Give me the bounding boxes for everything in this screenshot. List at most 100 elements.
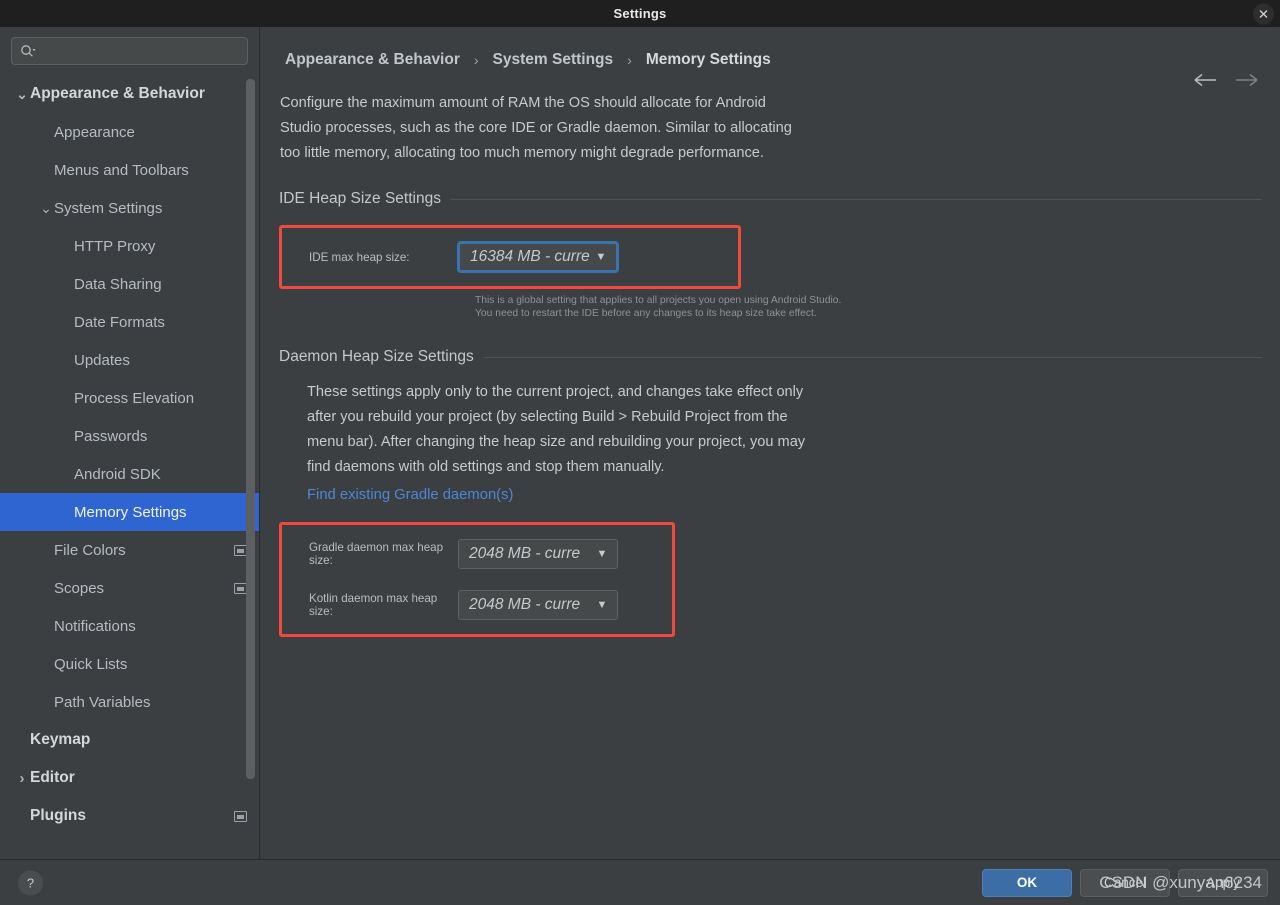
ide-heap-hint: This is a global setting that applies to… <box>475 295 1262 320</box>
sidebar-item-memory-settings[interactable]: Memory Settings <box>0 493 259 531</box>
chevron-down-icon[interactable]: ⌄ <box>38 201 54 215</box>
search-box[interactable] <box>11 37 248 65</box>
daemon-heap-section-title: Daemon Heap Size Settings <box>279 348 474 365</box>
sidebar-item-date-formats[interactable]: Date Formats <box>0 303 259 341</box>
daemon-heap-highlight-box: Gradle daemon max heap size: 2048 MB - c… <box>279 522 675 637</box>
sidebar-item-label: Memory Settings <box>74 503 187 521</box>
sidebar-item-android-sdk[interactable]: Android SDK <box>0 455 259 493</box>
sidebar-item-label: Quick Lists <box>54 655 128 673</box>
ide-heap-section-title: IDE Heap Size Settings <box>279 190 441 207</box>
sidebar-item-file-colors[interactable]: File Colors <box>0 531 259 569</box>
ide-max-heap-label: IDE max heap size: <box>309 250 410 264</box>
sidebar-item-passwords[interactable]: Passwords <box>0 417 259 455</box>
sidebar-item-label: Data Sharing <box>74 275 162 293</box>
sidebar-scrollbar[interactable] <box>246 79 255 859</box>
sidebar-scrollbar-thumb[interactable] <box>246 79 255 779</box>
search-input[interactable] <box>40 44 239 58</box>
breadcrumb-separator: › <box>473 52 479 68</box>
ide-heap-section-header: IDE Heap Size Settings <box>279 190 1262 208</box>
cancel-button[interactable]: Cancel <box>1080 868 1170 897</box>
gradle-daemon-link-wrap: Find existing Gradle daemon(s) <box>307 486 1262 504</box>
settings-tree: ⌄ Appearance & Behavior Appearance Menus an… <box>0 75 259 835</box>
sidebar-item-label: Menus and Toolbars <box>54 161 189 179</box>
navigation-arrows <box>1194 73 1258 92</box>
section-divider <box>450 198 1262 200</box>
breadcrumb-item-2: Memory Settings <box>645 51 771 68</box>
sidebar-item-notifications[interactable]: Notifications <box>0 607 259 645</box>
ide-heap-section: IDE Heap Size Settings IDE max heap size… <box>261 190 1280 320</box>
arrow-left-icon[interactable] <box>1194 73 1218 92</box>
kotlin-daemon-heap-label: Kotlin daemon max heap size: <box>309 592 438 618</box>
kotlin-daemon-heap-value: 2048 MB - curre <box>469 596 581 613</box>
close-icon[interactable] <box>1253 3 1274 24</box>
ok-button[interactable]: OK <box>982 868 1072 897</box>
breadcrumb: Appearance & Behavior › System Settings … <box>261 27 1280 69</box>
chevron-down-icon[interactable]: ▼ <box>591 548 613 560</box>
sidebar-item-label: Editor <box>30 769 75 786</box>
sidebar-item-label: Appearance & Behavior <box>30 85 205 102</box>
sidebar-item-label: Keymap <box>30 731 91 748</box>
gradle-daemon-heap-dropdown[interactable]: 2048 MB - curre ▼ <box>458 539 618 569</box>
sidebar-item-label: File Colors <box>54 541 126 559</box>
sidebar-item-editor[interactable]: › Editor <box>0 759 259 797</box>
ide-max-heap-value: 16384 MB - curre <box>470 248 590 265</box>
chevron-down-icon[interactable]: ▼ <box>591 599 613 611</box>
gradle-daemon-heap-value: 2048 MB - curre <box>469 545 581 562</box>
ide-max-heap-row: IDE max heap size: 16384 MB - curre ▼ <box>282 236 738 278</box>
sidebar-item-appearance-behavior[interactable]: ⌄ Appearance & Behavior <box>0 75 259 113</box>
chevron-down-icon[interactable]: ▼ <box>590 251 612 263</box>
sidebar-item-label: HTTP Proxy <box>74 237 156 255</box>
ide-heap-hint-line-2: You need to restart the IDE before any c… <box>475 307 817 319</box>
chevron-down-icon[interactable]: ⌄ <box>14 87 30 101</box>
sidebar-item-scopes[interactable]: Scopes <box>0 569 259 607</box>
sidebar-item-label: Updates <box>74 351 130 369</box>
sidebar-item-keymap[interactable]: Keymap <box>0 721 259 759</box>
help-button[interactable]: ? <box>18 870 43 895</box>
title-bar: Settings <box>0 0 1280 27</box>
ide-heap-highlight-box: IDE max heap size: 16384 MB - curre ▼ <box>279 225 741 289</box>
apply-button[interactable]: Apply <box>1178 868 1268 897</box>
ide-max-heap-dropdown[interactable]: 16384 MB - curre ▼ <box>457 241 619 273</box>
section-divider <box>483 356 1262 358</box>
sidebar-item-data-sharing[interactable]: Data Sharing <box>0 265 259 303</box>
sidebar-item-menus-and-toolbars[interactable]: Menus and Toolbars <box>0 151 259 189</box>
page-description: Configure the maximum amount of RAM the … <box>280 95 792 161</box>
sidebar-item-label: Notifications <box>54 617 136 635</box>
search-icon <box>20 44 36 58</box>
sidebar-item-label: Passwords <box>74 427 148 445</box>
dialog-footer: ? OK Cancel Apply CSDN @xunyan6234 <box>0 859 1280 905</box>
sidebar-item-label: Plugins <box>30 807 86 824</box>
sidebar-item-system-settings[interactable]: ⌄ System Settings <box>0 189 259 227</box>
sidebar-item-label: Scopes <box>54 579 105 597</box>
ide-heap-hint-line-1: This is a global setting that applies to… <box>475 295 842 306</box>
find-gradle-daemons-link[interactable]: Find existing Gradle daemon(s) <box>307 487 513 503</box>
gradle-daemon-heap-label: Gradle daemon max heap size: <box>309 541 444 567</box>
arrow-right-icon[interactable] <box>1234 73 1258 92</box>
kotlin-daemon-heap-dropdown[interactable]: 2048 MB - curre ▼ <box>458 590 618 620</box>
footer-button-group: OK Cancel Apply <box>982 868 1268 897</box>
sidebar-item-label: Path Variables <box>54 693 151 711</box>
sidebar-item-plugins[interactable]: Plugins <box>0 797 259 835</box>
sidebar-item-label: Date Formats <box>74 313 165 331</box>
daemon-heap-section-header: Daemon Heap Size Settings <box>279 348 1262 366</box>
settings-sidebar: ⌄ Appearance & Behavior Appearance Menus an… <box>0 27 260 859</box>
sidebar-item-http-proxy[interactable]: HTTP Proxy <box>0 227 259 265</box>
search-container <box>0 27 259 65</box>
breadcrumb-separator: › <box>627 52 632 68</box>
sidebar-item-process-elevation[interactable]: Process Elevation <box>0 379 259 417</box>
sidebar-item-label: System Settings <box>54 199 163 217</box>
breadcrumb-item-1[interactable]: System Settings <box>493 51 614 69</box>
breadcrumb-item-0[interactable]: Appearance & Behavior <box>285 51 460 69</box>
kotlin-daemon-heap-row: Kotlin daemon max heap size: 2048 MB - c… <box>282 584 672 626</box>
sidebar-item-appearance[interactable]: Appearance <box>0 113 259 151</box>
sidebar-item-label: Appearance <box>54 123 135 141</box>
sidebar-item-path-variables[interactable]: Path Variables <box>0 683 259 721</box>
chevron-right-icon[interactable]: › <box>14 770 30 787</box>
sidebar-item-label: Android SDK <box>74 465 161 483</box>
sidebar-item-label: Process Elevation <box>74 389 195 407</box>
window-title: Settings <box>613 6 667 21</box>
sidebar-item-quick-lists[interactable]: Quick Lists <box>0 645 259 683</box>
sidebar-item-updates[interactable]: Updates <box>0 341 259 379</box>
content-pane: Appearance & Behavior › System Settings … <box>261 27 1280 859</box>
daemon-description: These settings apply only to the current… <box>307 384 806 475</box>
